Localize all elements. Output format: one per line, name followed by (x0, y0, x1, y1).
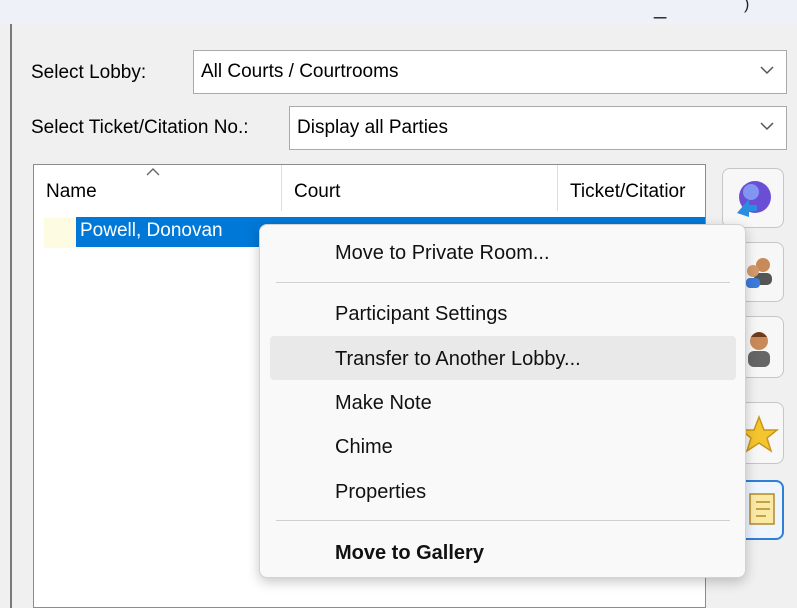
menu-item-make-note[interactable]: Make Note (270, 380, 736, 424)
menu-item-label: Make Note (335, 392, 432, 414)
menu-item-label: Move to Private Room... (335, 242, 550, 264)
minimize-icon[interactable]: _ (654, 0, 666, 20)
column-header-name[interactable]: Name (34, 165, 282, 211)
column-header-ticket[interactable]: Ticket/Citatior (558, 165, 705, 211)
lobby-select[interactable]: All Courts / Courtrooms (193, 50, 787, 94)
window-control-icon[interactable]: ) (744, 0, 749, 14)
menu-separator (276, 282, 730, 283)
ticket-select[interactable]: Display all Parties (289, 106, 787, 150)
menu-separator (276, 520, 730, 521)
panel-left-border (10, 24, 12, 608)
column-court-label: Court (294, 181, 341, 202)
move-lobby-button[interactable] (722, 168, 784, 228)
menu-item-participant-settings[interactable]: Participant Settings (270, 291, 736, 335)
row-status-icon (44, 218, 76, 248)
window-titlebar: _ ) (0, 0, 797, 24)
sort-ascending-icon (146, 168, 160, 176)
row-name: Powell, Donovan (80, 220, 223, 241)
list-header: Name Court Ticket/Citatior (34, 165, 705, 211)
menu-item-label: Move to Gallery (335, 542, 484, 564)
context-menu: Move to Private Room... Participant Sett… (259, 224, 746, 578)
menu-item-label: Transfer to Another Lobby... (335, 348, 581, 370)
menu-item-label: Properties (335, 481, 427, 503)
ticket-select-value: Display all Parties (297, 117, 448, 138)
menu-item-chime[interactable]: Chime (270, 424, 736, 468)
chevron-down-icon[interactable] (760, 122, 774, 131)
lobby-label: Select Lobby: (31, 62, 147, 83)
globe-arrow-icon (737, 181, 771, 217)
column-name-label: Name (46, 181, 97, 202)
column-ticket-label: Ticket/Citatior (570, 181, 686, 202)
menu-item-label: Chime (335, 436, 393, 458)
ticket-label: Select Ticket/Citation No.: (31, 117, 249, 138)
menu-item-transfer-to-another-lobby[interactable]: Transfer to Another Lobby... (270, 336, 736, 380)
lobby-select-value: All Courts / Courtrooms (201, 61, 399, 82)
column-header-court[interactable]: Court (282, 165, 558, 211)
menu-item-properties[interactable]: Properties (270, 469, 736, 513)
menu-item-move-to-gallery[interactable]: Move to Gallery (270, 530, 736, 574)
menu-item-move-to-private-room[interactable]: Move to Private Room... (270, 230, 736, 274)
chevron-down-icon[interactable] (760, 66, 774, 75)
menu-item-label: Participant Settings (335, 303, 508, 325)
